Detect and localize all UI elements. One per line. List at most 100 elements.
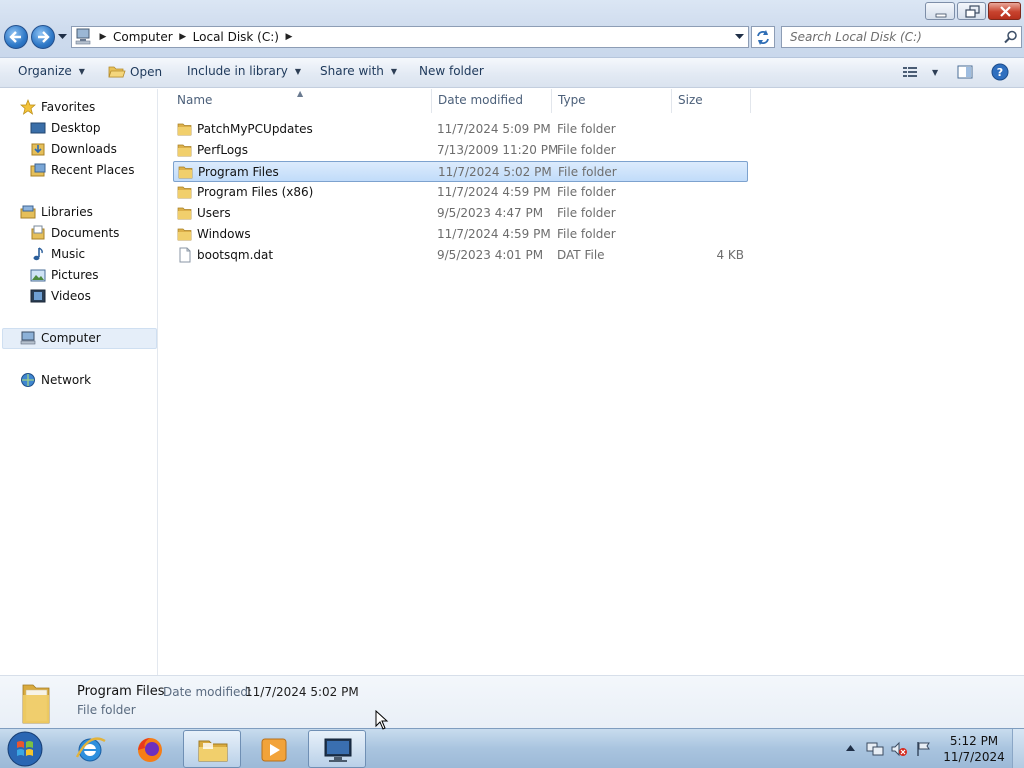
chevron-down-icon: ▼ [932, 67, 939, 77]
network-icon [20, 372, 36, 388]
search-input[interactable]: Search Local Disk (C:) [781, 26, 1022, 48]
arrow-left-icon [9, 31, 21, 43]
breadcrumb-local-disk[interactable]: Local Disk (C:) [190, 30, 282, 44]
file-icon [179, 247, 191, 263]
file-row[interactable]: Windows 11/7/2024 4:59 PM File folder [173, 224, 748, 245]
nav-recent-places[interactable]: Recent Places [30, 160, 134, 180]
window-header: ▶ Computer ▶ Local Disk (C:) ▶ Search Lo… [0, 0, 1024, 58]
file-date: 9/5/2023 4:01 PM [437, 248, 544, 262]
file-row-selected[interactable]: Program Files 11/7/2024 5:02 PM File fol… [173, 161, 748, 182]
recent-places-icon [30, 162, 46, 178]
file-type: DAT File [557, 248, 605, 262]
file-name: Program Files (x86) [197, 185, 314, 199]
file-name: PatchMyPCUpdates [197, 122, 313, 136]
forward-button[interactable] [31, 25, 55, 49]
nav-libraries[interactable]: Libraries [20, 202, 93, 222]
address-bar[interactable]: ▶ Computer ▶ Local Disk (C:) ▶ [71, 26, 749, 48]
chevron-down-icon: ▼ [78, 66, 85, 76]
folder-icon [177, 228, 192, 241]
action-center-flag-icon[interactable] [915, 741, 931, 757]
taskbar: 5:12 PM 11/7/2024 [0, 728, 1024, 768]
nav-network-label: Network [41, 373, 92, 387]
column-header-type[interactable]: Type [552, 89, 672, 113]
file-name: Windows [197, 227, 251, 241]
music-icon [30, 246, 46, 262]
taskbar-remote-desktop[interactable] [308, 730, 366, 768]
file-size: 4 KB [716, 248, 744, 262]
file-date: 11/7/2024 5:09 PM [437, 122, 551, 136]
address-history-dropdown-icon[interactable] [735, 34, 744, 40]
file-explorer-icon [198, 740, 228, 762]
breadcrumb-computer[interactable]: Computer [110, 30, 176, 44]
change-view-button[interactable]: ▼ [902, 65, 938, 79]
refresh-button[interactable] [751, 26, 775, 48]
column-type-label: Type [558, 93, 586, 107]
nav-desktop[interactable]: Desktop [30, 118, 101, 138]
videos-icon [30, 288, 46, 304]
back-button[interactable] [4, 25, 28, 49]
file-row[interactable]: Program Files (x86) 11/7/2024 4:59 PM Fi… [173, 182, 748, 203]
minimize-icon [935, 13, 947, 18]
organize-button[interactable]: Organize ▼ [18, 64, 85, 78]
sort-ascending-icon: ▲ [297, 89, 304, 98]
search-icon[interactable] [1004, 30, 1018, 44]
documents-icon [30, 225, 46, 241]
breadcrumb-separator-icon[interactable]: ▶ [176, 32, 190, 42]
restore-button[interactable] [957, 2, 986, 20]
minimize-button[interactable] [925, 2, 955, 20]
file-type: File folder [557, 185, 616, 199]
taskbar-internet-explorer[interactable] [61, 730, 119, 768]
file-date: 9/5/2023 4:47 PM [437, 206, 544, 220]
nav-favorites[interactable]: Favorites [20, 97, 95, 117]
show-hidden-icons-icon[interactable] [846, 744, 855, 752]
taskbar-firefox[interactable] [121, 730, 179, 768]
breadcrumb-separator-icon[interactable]: ▶ [282, 32, 296, 42]
breadcrumb-separator-icon[interactable]: ▶ [96, 32, 110, 42]
nav-libraries-label: Libraries [41, 205, 93, 219]
help-button[interactable]: ? [991, 63, 1009, 81]
firefox-icon [138, 738, 162, 762]
column-header-date[interactable]: Date modified [432, 89, 552, 113]
show-desktop-button[interactable] [1012, 729, 1024, 768]
folder-icon [177, 207, 192, 220]
downloads-folder-icon [30, 141, 46, 157]
nav-music[interactable]: Music [30, 244, 85, 264]
nav-computer[interactable]: Computer [20, 328, 101, 348]
taskbar-file-explorer[interactable] [183, 730, 241, 768]
share-with-button[interactable]: Share with ▼ [320, 64, 397, 78]
folder-icon [178, 166, 193, 179]
system-clock[interactable]: 5:12 PM 11/7/2024 [942, 733, 1006, 765]
include-in-library-button[interactable]: Include in library ▼ [187, 64, 301, 78]
column-header-size[interactable]: Size [672, 89, 751, 113]
file-row[interactable]: PatchMyPCUpdates 11/7/2024 5:09 PM File … [173, 119, 748, 140]
media-player-icon [261, 738, 287, 762]
file-row[interactable]: Users 9/5/2023 4:47 PM File folder [173, 203, 748, 224]
mouse-cursor-icon [375, 710, 389, 730]
file-name: Users [197, 206, 231, 220]
volume-muted-icon[interactable] [890, 741, 908, 757]
file-date: 11/7/2024 4:59 PM [437, 227, 551, 241]
taskbar-media-player[interactable] [245, 730, 303, 768]
star-icon [20, 99, 36, 115]
nav-network[interactable]: Network [20, 370, 91, 390]
folder-icon [177, 144, 192, 157]
new-folder-button[interactable]: New folder [419, 64, 484, 78]
recent-pages-dropdown-icon[interactable] [58, 34, 67, 40]
svg-text:?: ? [997, 66, 1003, 79]
preview-pane-button[interactable] [957, 64, 973, 80]
file-row[interactable]: PerfLogs 7/13/2009 11:20 PM File folder [173, 140, 748, 161]
close-button[interactable] [988, 2, 1021, 20]
details-date-label: Date modified: [163, 685, 253, 699]
include-in-library-label: Include in library [187, 64, 288, 78]
start-button[interactable] [4, 730, 46, 768]
nav-pictures[interactable]: Pictures [30, 265, 99, 285]
nav-videos[interactable]: Videos [30, 286, 91, 306]
nav-recent-places-label: Recent Places [51, 163, 135, 177]
details-date-value: 11/7/2024 5:02 PM [245, 685, 359, 699]
nav-documents[interactable]: Documents [30, 223, 119, 243]
file-row[interactable]: bootsqm.dat 9/5/2023 4:01 PM DAT File 4 … [173, 245, 748, 266]
command-bar: Organize ▼ Open Include in library ▼ Share… [0, 58, 1024, 88]
open-button[interactable]: Open [108, 64, 162, 79]
network-tray-icon[interactable] [866, 741, 884, 757]
nav-downloads[interactable]: Downloads [30, 139, 117, 159]
